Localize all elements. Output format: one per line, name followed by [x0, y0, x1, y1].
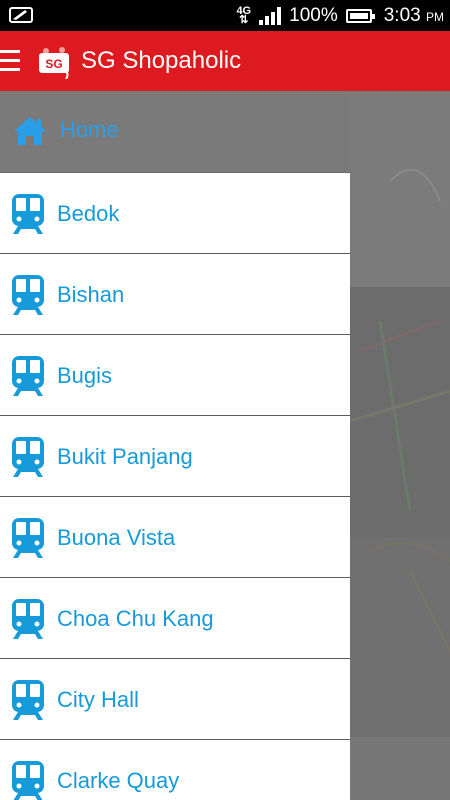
- train-icon: [12, 680, 44, 720]
- station-label: Bishan: [57, 282, 125, 307]
- station-label: Bugis: [57, 363, 113, 388]
- battery-icon: [345, 8, 375, 23]
- home-icon: [14, 117, 46, 145]
- status-bar: 4G ⇅ 100% 3:03 PM: [0, 0, 450, 31]
- train-icon: [12, 194, 44, 234]
- station-list: Bedok Bishan Bugis Bukit Panjang Buona V…: [0, 173, 350, 800]
- drawer-item-clarke-quay[interactable]: Clarke Quay: [0, 740, 350, 800]
- station-label: Buona Vista: [57, 525, 176, 550]
- train-icon: [12, 518, 44, 558]
- clock: 3:03 PM: [384, 5, 444, 27]
- app-logo-text: SG: [45, 57, 62, 71]
- train-icon: [12, 356, 44, 396]
- clock-time: 3:03: [383, 4, 421, 26]
- signal-icon: [259, 6, 282, 25]
- map-image: [350, 91, 450, 737]
- hamburger-menu-icon[interactable]: [0, 50, 20, 72]
- train-icon: [12, 437, 44, 477]
- station-label: Bedok: [57, 201, 120, 226]
- screen-mirror-icon: [9, 7, 33, 23]
- app-title: SG Shopaholic: [81, 47, 242, 74]
- drawer-item-bedok[interactable]: Bedok: [0, 173, 350, 254]
- train-icon: [12, 761, 44, 800]
- network-4g-icon: 4G ⇅: [236, 4, 252, 26]
- background-banner: [350, 737, 450, 800]
- app-bar: SG SG Shopaholic: [0, 31, 450, 91]
- drawer-item-buona-vista[interactable]: Buona Vista: [0, 497, 350, 578]
- clock-ampm: PM: [426, 9, 444, 24]
- drawer-item-bishan[interactable]: Bishan: [0, 254, 350, 335]
- train-icon: [12, 275, 44, 315]
- drawer-item-bukit-panjang[interactable]: Bukit Panjang: [0, 416, 350, 497]
- drawer-item-city-hall[interactable]: City Hall: [0, 659, 350, 740]
- station-label: Choa Chu Kang: [57, 606, 214, 631]
- navigation-drawer: Home Bedok Bishan Bugis Bukit Panjang Bu…: [0, 91, 350, 800]
- station-label: Clarke Quay: [57, 768, 180, 793]
- drawer-item-bugis[interactable]: Bugis: [0, 335, 350, 416]
- app-logo-icon: SG: [39, 47, 69, 79]
- battery-percent: 100%: [289, 4, 338, 26]
- home-label: Home: [60, 117, 119, 142]
- train-icon: [12, 599, 44, 639]
- status-indicators: 4G ⇅ 100% 3:03 PM: [236, 0, 444, 31]
- station-label: Bukit Panjang: [57, 444, 193, 469]
- drawer-item-home[interactable]: Home: [0, 91, 350, 173]
- drawer-item-choa-chu-kang[interactable]: Choa Chu Kang: [0, 578, 350, 659]
- background-map: [350, 91, 450, 800]
- station-label: City Hall: [57, 687, 139, 712]
